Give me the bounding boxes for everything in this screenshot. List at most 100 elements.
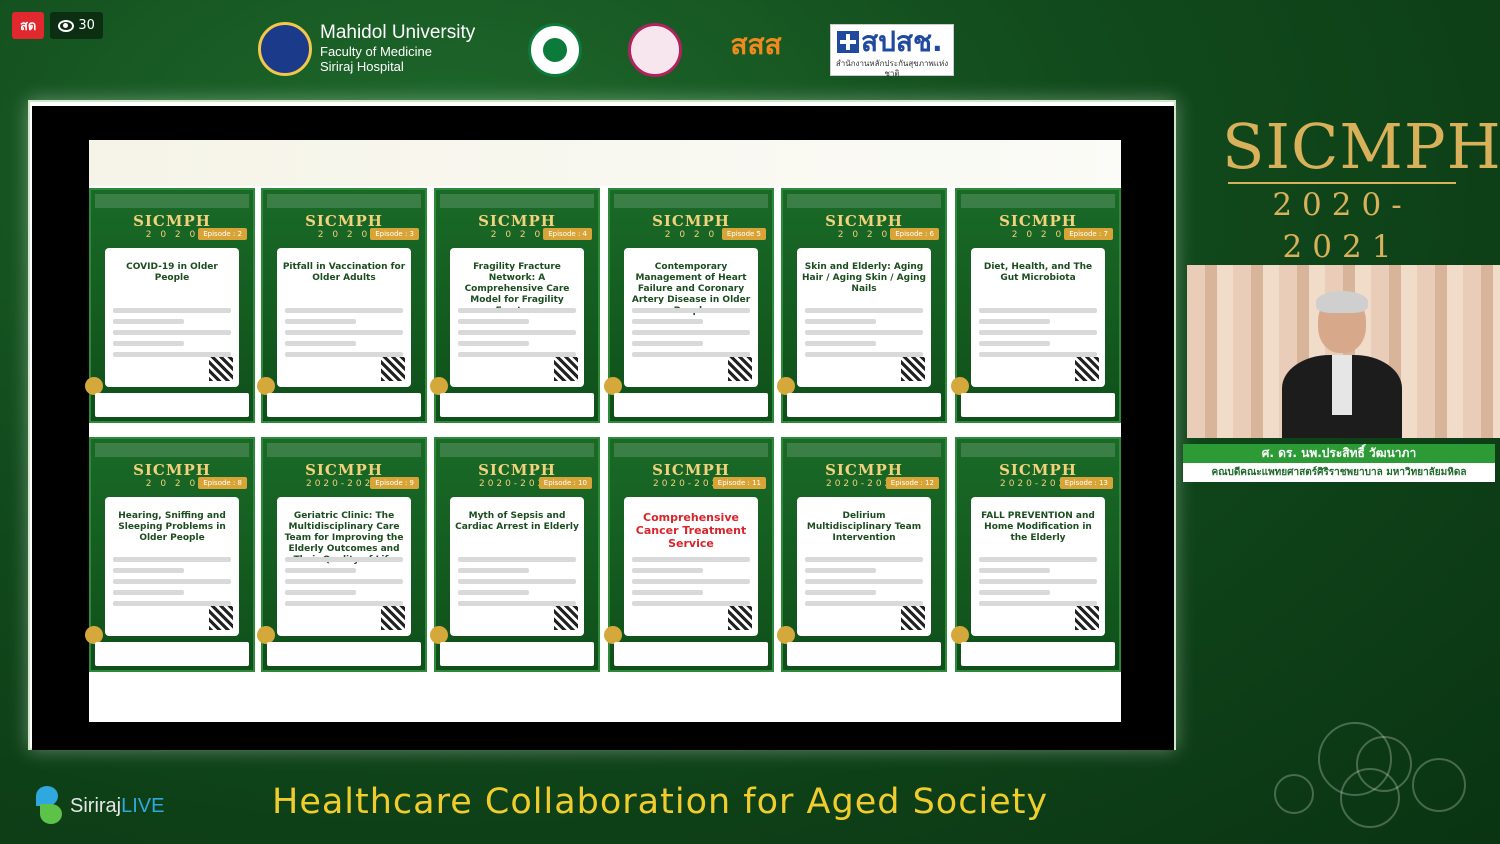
poster-title: Skin and Elderly: Aging Hair / Aging Ski… (801, 262, 926, 294)
poster-sponsor-strip (961, 642, 1115, 666)
poster-episode: Episode : 8 (198, 477, 247, 489)
qr-code-icon (381, 357, 405, 381)
poster-sponsor-strip (267, 393, 421, 417)
stream-status: สด 30 (12, 12, 103, 39)
episode-poster: SICMPH 2 0 2 0 Episode : 7 Diet, Health, an… (951, 188, 1121, 423)
poster-logo-strip (440, 194, 594, 208)
siriraj-live-logo: SirirajLIVE (34, 784, 164, 828)
poster-speaker-list (805, 551, 923, 612)
poster-logo-strip (961, 443, 1115, 457)
poster-logo-strip (267, 194, 421, 208)
episode-poster: SICMPH 2020-2021 Episode : 10 Myth of Sepsi… (430, 437, 600, 672)
poster-title: Hearing, Sniffing and Sleeping Problems … (118, 511, 226, 543)
eye-icon (58, 19, 75, 32)
thaihealth-logo: สสส (730, 28, 782, 61)
poster-logo-strip (440, 443, 594, 457)
flower-decoration-icon (1340, 768, 1400, 828)
poster-sponsor-strip (95, 642, 249, 666)
event-brand: SICMPH 2020-2021 (1222, 110, 1500, 268)
poster-speaker-list (113, 551, 231, 612)
poster-episode: Episode : 6 (890, 228, 939, 240)
poster-logo-strip (961, 194, 1115, 208)
poster-speaker-list (458, 302, 576, 363)
poster-title: Comprehensive Cancer Treatment Service (635, 511, 747, 550)
poster-logo-strip (267, 443, 421, 457)
qr-code-icon (381, 606, 405, 630)
nhso-logo: สปสช. สำนักงานหลักประกันสุขภาพแห่งชาติ (830, 24, 954, 78)
ministry-public-health-logo (528, 23, 582, 77)
poster-episode: Episode : 11 (712, 477, 766, 489)
flower-decoration-icon (1412, 758, 1466, 812)
live-badge: สด (12, 12, 45, 39)
speaker-figure (1282, 291, 1402, 438)
qr-code-icon (1075, 606, 1099, 630)
qr-code-icon (728, 357, 752, 381)
poster-logo-strip (787, 194, 941, 208)
poster-speaker-list (979, 302, 1097, 363)
qr-code-icon (901, 357, 925, 381)
poster-title: COVID-19 in Older People (126, 262, 218, 283)
episode-poster: SICMPH 2 0 2 0 Episode : 3 Pitfall in Vacci… (257, 188, 427, 423)
viewer-count-value: 30 (78, 18, 95, 33)
poster-episode: Episode 5 (721, 228, 766, 240)
episode-poster: SICMPH 2 0 2 0 Episode : 8 Hearing, Sniffin… (85, 437, 255, 672)
poster-logo-strip (95, 443, 249, 457)
poster-sponsor-strip (95, 393, 249, 417)
qr-code-icon (554, 606, 578, 630)
hospital-name: Siriraj Hospital (320, 59, 404, 74)
poster-speaker-list (113, 302, 231, 363)
poster-sponsor-strip (787, 642, 941, 666)
poster-speaker-list (979, 551, 1097, 612)
poster-speaker-list (632, 551, 750, 612)
siriraj-live-mark-icon (34, 784, 64, 828)
shared-screen: SICMPH 2 0 2 0 Episode : 2 COVID-19 in Olde… (28, 100, 1176, 750)
thai-government-seal-logo (628, 23, 682, 77)
poster-sponsor-strip (614, 393, 768, 417)
episode-poster: SICMPH 2020-2021 Episode : 9 Geriatric Clin… (257, 437, 427, 672)
speaker-name: ศ. ดร. นพ.ประสิทธิ์ วัฒนาภา (1183, 444, 1495, 463)
episode-poster: SICMPH 2020-2021 Episode : 12 Delirium Mult… (777, 437, 947, 672)
poster-title: Diet, Health, and The Gut Microbiota (983, 262, 1093, 283)
poster-speaker-list (285, 551, 403, 612)
poster-episode: Episode : 3 (370, 228, 419, 240)
poster-logo-strip (614, 194, 768, 208)
speaker-video (1187, 265, 1500, 438)
poster-title: Myth of Sepsis and Cardiac Arrest in Eld… (455, 511, 579, 532)
nhso-subtitle: สำนักงานหลักประกันสุขภาพแห่งชาติ (835, 59, 949, 78)
event-years: 2020-2021 (1272, 187, 1412, 265)
poster-speaker-list (285, 302, 403, 363)
flower-decoration-icon (1274, 774, 1314, 814)
qr-code-icon (728, 606, 752, 630)
poster-episode: Episode : 13 (1059, 477, 1113, 489)
poster-sponsor-strip (440, 642, 594, 666)
poster-episode: Episode : 4 (543, 228, 592, 240)
poster-episode: Episode : 9 (370, 477, 419, 489)
poster-sponsor-strip (614, 642, 768, 666)
qr-code-icon (901, 606, 925, 630)
qr-code-icon (554, 357, 578, 381)
slide-header-strip (89, 140, 1121, 186)
poster-episode: Episode : 10 (538, 477, 592, 489)
poster-title: Delirium Multidisciplinary Team Interven… (806, 511, 922, 543)
mahidol-seal-logo (258, 22, 312, 76)
poster-speaker-list (458, 551, 576, 612)
cross-icon (837, 31, 859, 53)
mahidol-wordmark: Mahidol University Faculty of Medicine S… (320, 22, 475, 74)
qr-code-icon (209, 357, 233, 381)
event-brand-title: SICMPH (1222, 110, 1500, 183)
siriraj-live-wordmark: SirirajLIVE (70, 794, 165, 817)
poster-sponsor-strip (440, 393, 594, 417)
poster-title: FALL PREVENTION and Home Modification in… (981, 511, 1095, 543)
poster-title: Pitfall in Vaccination for Older Adults (282, 262, 406, 283)
poster-sponsor-strip (961, 393, 1115, 417)
poster-speaker-list (805, 302, 923, 363)
poster-episode: Episode : 7 (1064, 228, 1113, 240)
episode-poster: SICMPH 2 0 2 0 Episode : 2 COVID-19 in Olde… (85, 188, 255, 423)
poster-sponsor-strip (787, 393, 941, 417)
poster-speaker-list (632, 302, 750, 363)
viewer-count: 30 (50, 12, 103, 39)
speaker-affiliation: คณบดีคณะแพทยศาสตร์ศิริราชพยาบาล มหาวิทยา… (1183, 463, 1495, 482)
poster-episode: Episode : 2 (198, 228, 247, 240)
slide: SICMPH 2 0 2 0 Episode : 2 COVID-19 in Olde… (85, 140, 1121, 722)
episode-poster: SICMPH 2 0 2 0 Episode 5 Contemporary Manag… (604, 188, 774, 423)
